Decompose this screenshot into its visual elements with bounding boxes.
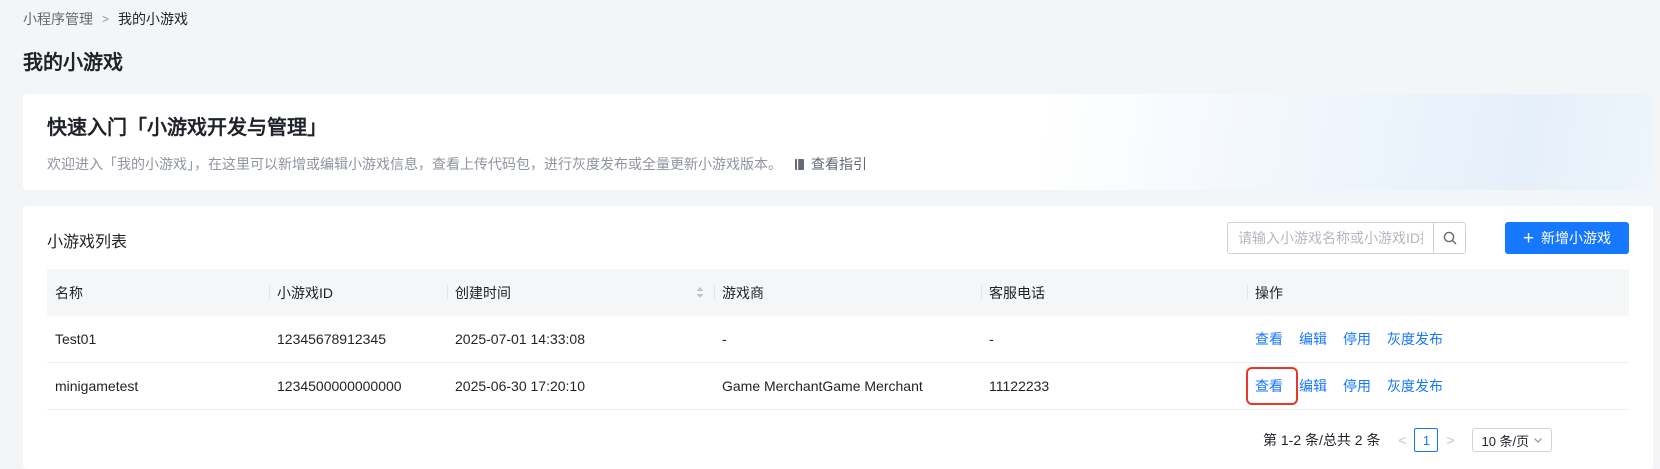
pagination: 第 1-2 条/总共 2 条 < 1 > 10 条/页 xyxy=(1263,428,1553,452)
breadcrumb-separator: > xyxy=(102,12,110,26)
header-merchant: 游戏商 xyxy=(714,269,981,316)
table-header: 名称 小游戏ID 创建时间 游戏商 客服电话 操作 xyxy=(47,269,1629,316)
header-actions: 操作 xyxy=(1247,269,1629,316)
cell-name: Test01 xyxy=(55,331,97,347)
table-row: Test01 12345678912345 2025-07-01 14:33:0… xyxy=(47,316,1629,363)
disable-link[interactable]: 停用 xyxy=(1343,329,1371,349)
list-title: 小游戏列表 xyxy=(47,234,128,251)
sort-icon[interactable] xyxy=(696,286,704,299)
search-box xyxy=(1227,222,1466,254)
quick-start-banner: 快速入门「小游戏开发与管理」 欢迎进入「我的小游戏」，在这里可以新增或编辑小游戏… xyxy=(23,94,1653,190)
cell-game-id: 1234500000000000 xyxy=(277,378,402,394)
view-link[interactable]: 查看 xyxy=(1246,367,1298,405)
banner-title: 快速入门「小游戏开发与管理」 xyxy=(47,117,327,139)
plus-icon: + xyxy=(1522,227,1535,249)
header-created-time[interactable]: 创建时间 xyxy=(447,269,714,316)
view-link[interactable]: 查看 xyxy=(1255,329,1283,349)
edit-link[interactable]: 编辑 xyxy=(1299,376,1327,396)
cell-merchant: Game MerchantGame Merchant xyxy=(722,378,923,394)
page-size-value: 10 条/页 xyxy=(1481,433,1530,449)
table-row: minigametest 1234500000000000 2025-06-30… xyxy=(47,363,1629,410)
next-page-button[interactable]: > xyxy=(1438,428,1462,452)
page: 小程序管理 > 我的小游戏 我的小游戏 快速入门「小游戏开发与管理」 欢迎进入「… xyxy=(0,0,1660,469)
chevron-down-icon xyxy=(1534,438,1543,443)
view-guide-label: 查看指引 xyxy=(811,156,867,172)
header-game-id: 小游戏ID xyxy=(269,269,447,316)
cell-phone: 11122233 xyxy=(989,378,1050,394)
gray-release-link[interactable]: 灰度发布 xyxy=(1387,329,1443,349)
breadcrumb-current: 我的小游戏 xyxy=(118,11,189,27)
disable-link[interactable]: 停用 xyxy=(1343,376,1371,396)
banner-description: 欢迎进入「我的小游戏」，在这里可以新增或编辑小游戏信息，查看上传代码包，进行灰度… xyxy=(47,156,782,172)
cell-name: minigametest xyxy=(55,378,139,394)
banner-description-row: 欢迎进入「我的小游戏」，在这里可以新增或编辑小游戏信息，查看上传代码包，进行灰度… xyxy=(47,154,867,174)
cell-actions: 查看 编辑 停用 灰度发布 xyxy=(1247,329,1629,349)
search-input[interactable] xyxy=(1228,223,1433,253)
breadcrumb-link-mini-program-management[interactable]: 小程序管理 xyxy=(23,9,93,29)
gray-release-link[interactable]: 灰度发布 xyxy=(1387,376,1443,396)
cell-actions: 查看 编辑 停用 灰度发布 xyxy=(1246,367,1629,405)
prev-page-button[interactable]: < xyxy=(1390,428,1414,452)
header-name: 名称 xyxy=(55,284,83,301)
page-1-button[interactable]: 1 xyxy=(1414,428,1439,452)
edit-link[interactable]: 编辑 xyxy=(1299,329,1327,349)
cell-created-time: 2025-07-01 14:33:08 xyxy=(455,331,585,347)
breadcrumb: 小程序管理 > 我的小游戏 xyxy=(23,9,188,29)
pagination-summary: 第 1-2 条/总共 2 条 xyxy=(1263,432,1381,448)
cell-merchant: - xyxy=(722,331,727,347)
header-phone: 客服电话 xyxy=(981,269,1247,316)
cell-game-id: 12345678912345 xyxy=(277,331,387,347)
search-button[interactable] xyxy=(1433,223,1465,253)
mini-game-list-card: 小游戏列表 + 新增小游戏 名称 小游戏ID 创建时间 xyxy=(23,206,1653,469)
page-title: 我的小游戏 xyxy=(23,52,123,74)
add-mini-game-button[interactable]: + 新增小游戏 xyxy=(1505,222,1629,254)
book-icon xyxy=(795,158,804,170)
cell-created-time: 2025-06-30 17:20:10 xyxy=(455,378,585,394)
page-size-select[interactable]: 10 条/页 xyxy=(1472,428,1553,452)
mini-game-table: 名称 小游戏ID 创建时间 游戏商 客服电话 操作 Test01 1234567… xyxy=(47,269,1629,410)
search-icon xyxy=(1443,231,1456,245)
cell-phone: - xyxy=(989,331,994,347)
view-guide-link[interactable]: 查看指引 xyxy=(794,154,867,174)
add-mini-game-label: 新增小游戏 xyxy=(1541,230,1612,246)
header-created-time-label: 创建时间 xyxy=(455,284,511,301)
